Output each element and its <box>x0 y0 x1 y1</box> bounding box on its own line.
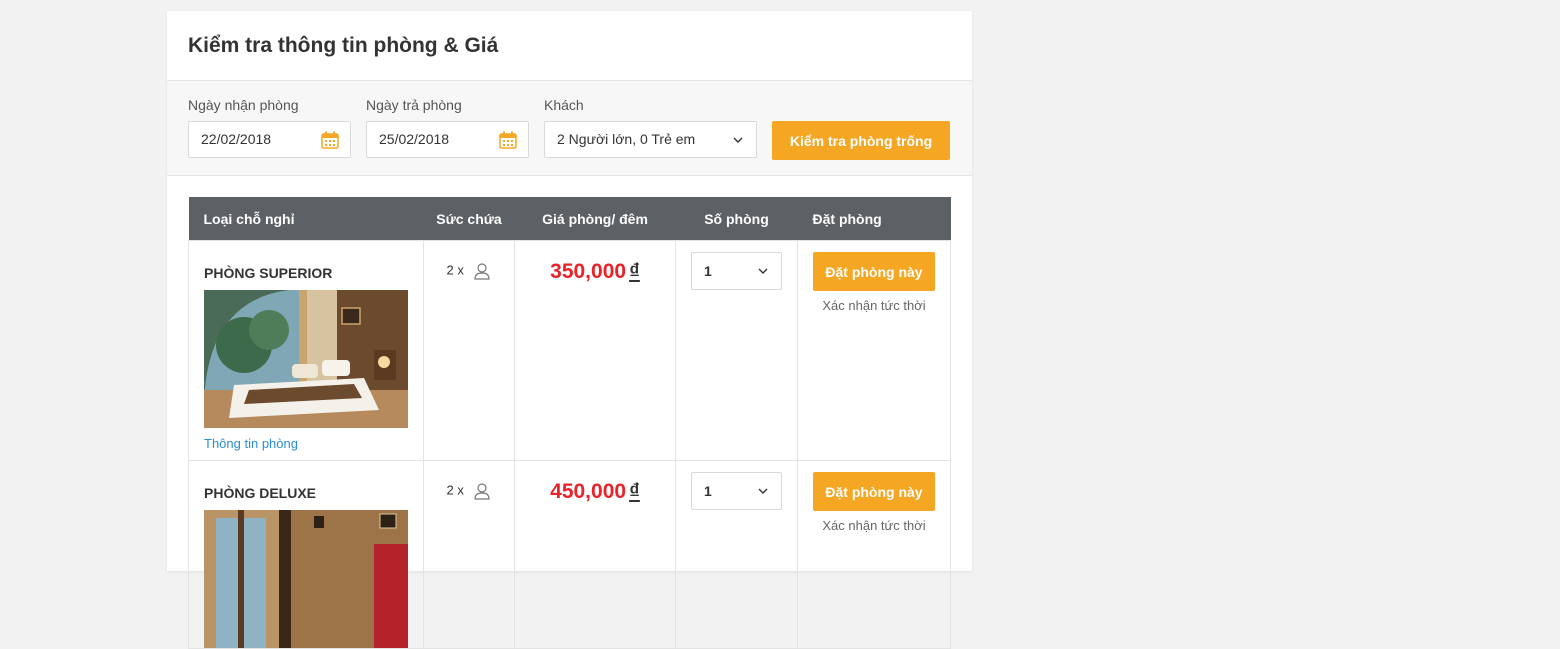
capacity-value: 2 x <box>446 262 464 278</box>
room-quantity-value: 1 <box>704 263 712 279</box>
room-type-cell: PHÒNG SUPERIOR Thông tin phòng <box>188 240 424 461</box>
room-quantity-select[interactable]: 1 <box>691 252 782 290</box>
book-room-button[interactable]: Đặt phòng này <box>813 252 935 291</box>
person-icon <box>474 483 491 500</box>
quantity-cell: 1 <box>675 460 798 649</box>
room-price-card: Kiểm tra thông tin phòng & Giá Ngày nhận… <box>167 11 972 649</box>
column-header-room-type: Loại chỗ nghỉ <box>188 197 424 241</box>
room-photo[interactable] <box>204 290 408 428</box>
book-room-button[interactable]: Đặt phòng này <box>813 472 935 511</box>
checkout-date-value: 25/02/2018 <box>379 131 450 147</box>
capacity-value: 2 x <box>446 482 464 498</box>
room-quantity-select[interactable]: 1 <box>691 472 782 510</box>
booking-cell: Đặt phòng này Xác nhận tức thời <box>797 460 951 649</box>
chevron-down-icon <box>758 268 768 274</box>
guests-value: 2 Người lớn, 0 Trẻ em <box>557 131 696 147</box>
calendar-icon[interactable] <box>499 131 517 149</box>
calendar-icon[interactable] <box>321 131 339 149</box>
guests-label: Khách <box>544 97 584 113</box>
checkout-label: Ngày trả phòng <box>366 97 462 113</box>
chevron-down-icon <box>733 137 743 143</box>
column-header-price: Giá phòng/ đêm <box>514 197 676 241</box>
room-info-link[interactable]: Thông tin phòng <box>204 436 423 451</box>
rooms-table: Loại chỗ nghỉ Sức chứa Giá phòng/ đêm Số… <box>188 197 951 649</box>
card-header: Kiểm tra thông tin phòng & Giá <box>167 11 972 81</box>
check-availability-button[interactable]: Kiểm tra phòng trống <box>772 121 950 160</box>
booking-cell: Đặt phòng này Xác nhận tức thời <box>797 240 951 461</box>
room-name: PHÒNG DELUXE <box>204 485 317 501</box>
room-price: 350,000 <box>550 260 627 283</box>
capacity-cell: 2 x <box>423 240 515 461</box>
room-name: PHÒNG SUPERIOR <box>204 265 333 281</box>
checkin-date-value: 22/02/2018 <box>201 131 272 147</box>
column-header-booking: Đặt phòng <box>797 197 951 241</box>
room-type-cell: PHÒNG DELUXE <box>188 460 424 649</box>
column-header-quantity: Số phòng <box>675 197 798 241</box>
person-icon <box>474 263 491 280</box>
checkin-label: Ngày nhận phòng <box>188 97 299 113</box>
price-cell: 350,000 ₫ <box>514 240 676 461</box>
table-row: PHÒNG DELUXE 2 x 450,000 ₫ 1 Đặt phòng n… <box>188 460 951 649</box>
guests-select[interactable]: 2 Người lớn, 0 Trẻ em <box>544 121 757 158</box>
availability-search-bar: Ngày nhận phòng 22/02/2018 Ngày trả phòn… <box>167 81 972 176</box>
price-cell: 450,000 ₫ <box>514 460 676 649</box>
quantity-cell: 1 <box>675 240 798 461</box>
currency-symbol: ₫ <box>629 480 640 503</box>
table-row: PHÒNG SUPERIOR Thông tin phòng 2 x 350,0… <box>188 240 951 461</box>
room-price: 450,000 <box>550 480 627 503</box>
instant-confirm-note: Xác nhận tức thời <box>822 298 926 313</box>
instant-confirm-note: Xác nhận tức thời <box>822 518 926 533</box>
currency-symbol: ₫ <box>629 260 640 283</box>
table-header-row: Loại chỗ nghỉ Sức chứa Giá phòng/ đêm Số… <box>188 197 951 241</box>
capacity-cell: 2 x <box>423 460 515 649</box>
column-header-capacity: Sức chứa <box>423 197 515 241</box>
room-quantity-value: 1 <box>704 483 712 499</box>
room-photo[interactable] <box>204 510 408 648</box>
page-title: Kiểm tra thông tin phòng & Giá <box>188 34 499 57</box>
checkout-date-input[interactable]: 25/02/2018 <box>366 121 529 158</box>
chevron-down-icon <box>758 488 768 494</box>
checkin-date-input[interactable]: 22/02/2018 <box>188 121 351 158</box>
